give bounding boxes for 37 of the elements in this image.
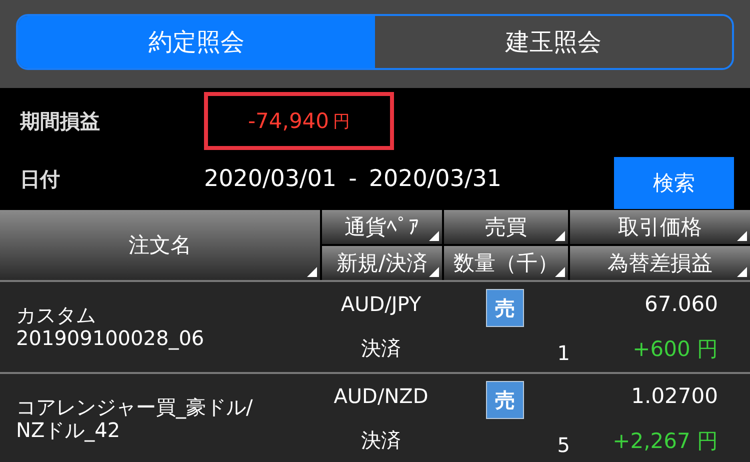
order-name: カスタム 201909100028_06 xyxy=(15,302,206,352)
sort-icon xyxy=(555,267,565,277)
column-header[interactable]: 新規/決済 xyxy=(322,246,442,280)
sort-icon xyxy=(555,231,565,241)
column-header[interactable]: 取引価格 xyxy=(570,210,750,244)
start-date[interactable]: 2020/03/01 xyxy=(204,166,337,192)
trade-price: 67.060 xyxy=(644,292,718,316)
sort-icon xyxy=(737,231,747,241)
column-header[interactable]: 数量（千） xyxy=(444,246,568,280)
trade-type: 決済 xyxy=(361,335,401,362)
end-date[interactable]: 2020/03/31 xyxy=(368,166,502,192)
column-header[interactable]: 通貨ﾍﾟｱ xyxy=(322,210,442,244)
sell-badge: 売 xyxy=(486,289,524,327)
currency-pair: AUD/NZD xyxy=(334,384,428,408)
quantity: 1 xyxy=(557,341,570,365)
sort-icon xyxy=(429,267,439,277)
sort-icon xyxy=(307,267,317,277)
currency-pair: AUD/JPY xyxy=(340,292,422,316)
date-separator: - xyxy=(348,166,357,192)
sell-badge: 売 xyxy=(486,381,524,419)
tab[interactable]: 約定照会 xyxy=(18,16,375,68)
sort-icon xyxy=(429,231,439,241)
period-profit-value: -74,940 xyxy=(248,109,330,133)
currency-unit: 円 xyxy=(333,110,350,132)
quantity: 5 xyxy=(557,433,570,457)
profit-loss: +600 円 xyxy=(632,336,718,362)
trade-price: 1.02700 xyxy=(631,384,718,408)
search-button[interactable]: 検索 xyxy=(614,157,734,209)
column-header[interactable]: 注文名 xyxy=(0,210,320,280)
trade-type: 決済 xyxy=(361,427,401,454)
column-header[interactable]: 為替差損益 xyxy=(570,246,750,280)
column-header[interactable]: 売買 xyxy=(444,210,568,244)
profit-loss: +2,267 円 xyxy=(612,428,718,454)
date-label: 日付 xyxy=(20,166,61,192)
order-name: コアレンジャー買_豪ドル/ NZドル_42 xyxy=(15,394,254,444)
sort-icon xyxy=(737,267,747,277)
summary-label: 期間損益 xyxy=(20,108,101,134)
